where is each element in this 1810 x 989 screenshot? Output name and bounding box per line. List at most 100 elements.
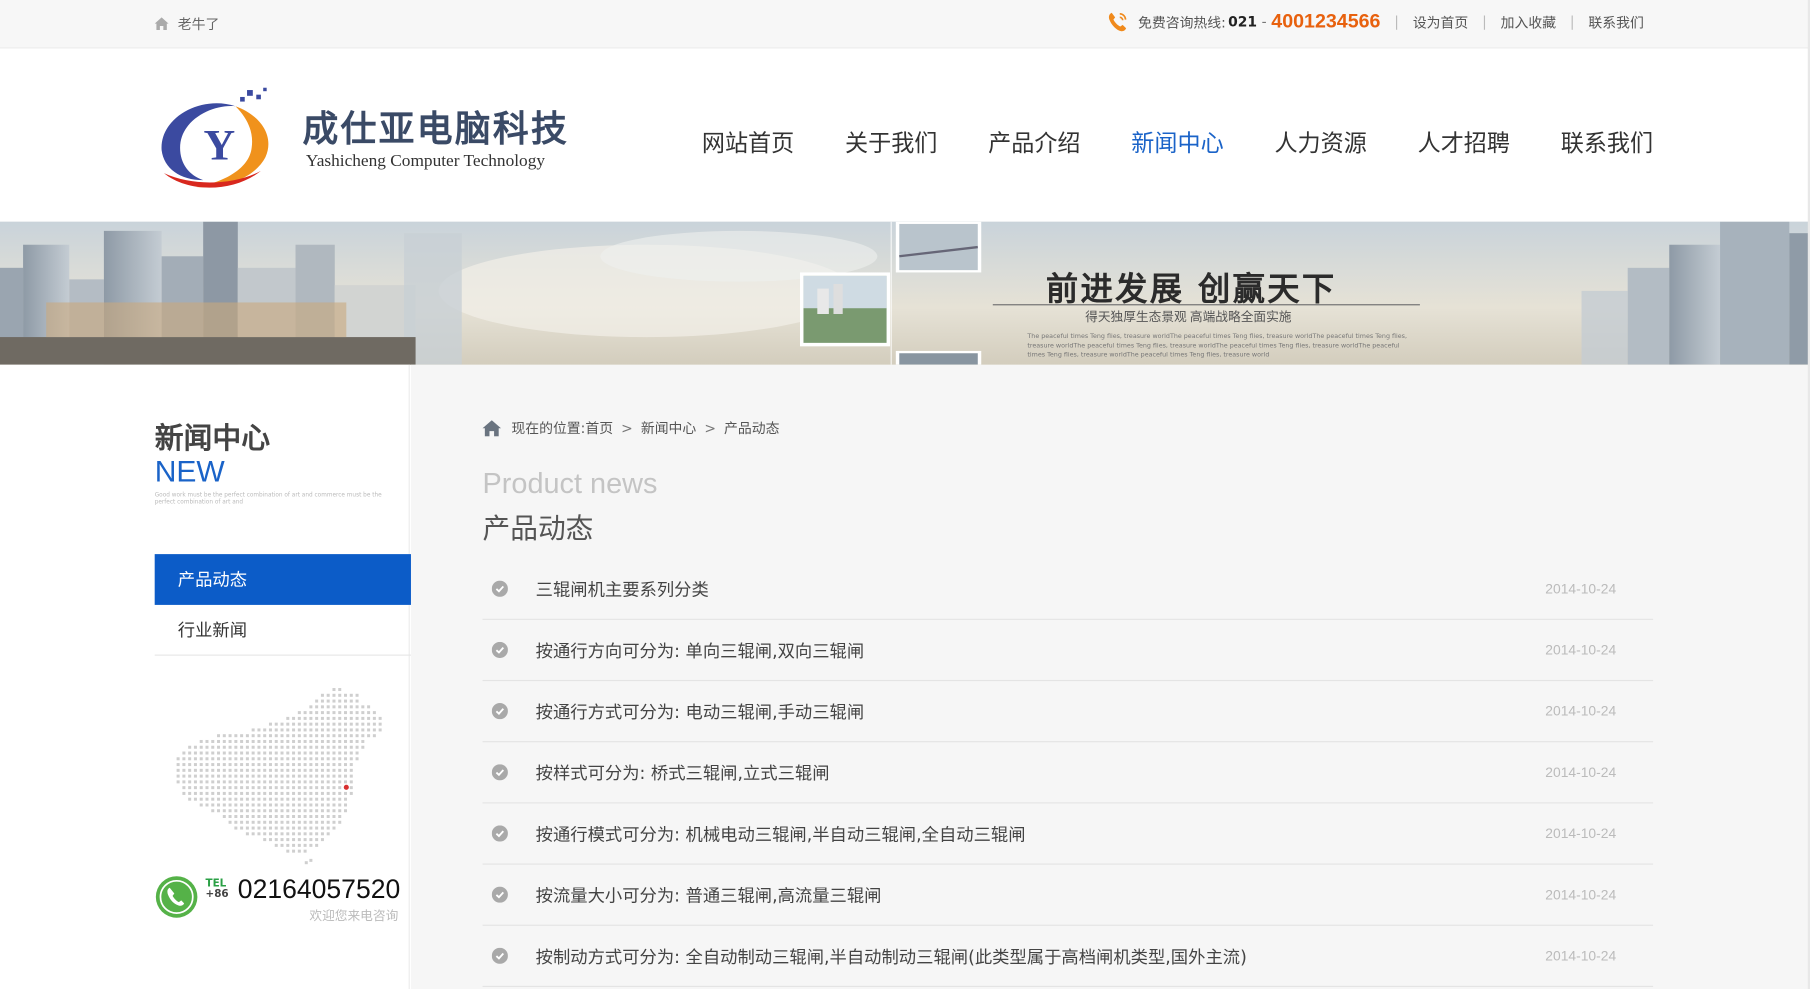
map-dot [361,734,365,738]
map-dot [268,728,272,732]
map-dot [188,763,192,767]
map-dot [257,797,261,801]
map-dot [228,797,232,801]
map-dot [349,763,353,767]
map-dot [176,763,180,767]
map-dot [263,832,267,836]
map-dot [320,768,324,772]
map-dot [274,838,278,842]
map-dot [326,774,330,778]
check-circle-icon [491,764,508,781]
news-row[interactable]: 按通行方向可分为: 单向三辊闸,双向三辊闸 2014-10-24 [482,620,1654,682]
map-dot [251,739,255,743]
map-dot [228,734,232,738]
map-dot [205,768,209,772]
map-dot [303,716,307,720]
map-dot [257,791,261,795]
map-dot [217,774,221,778]
map-dot [303,711,307,715]
map-dot [280,774,284,778]
map-dot [309,739,313,743]
nav-item-hr[interactable]: 人力资源 [1274,125,1366,158]
map-dot [251,786,255,790]
map-dot [338,780,342,784]
add-favorite-link[interactable]: 加入收藏 [1501,12,1556,32]
map-dot [344,705,348,709]
set-homepage-link[interactable]: 设为首页 [1413,12,1468,32]
map-dot [205,803,209,807]
map-dot [303,786,307,790]
breadcrumb-current[interactable]: 产品动态 [724,418,779,438]
map-dot [338,786,342,790]
home-icon [482,419,502,436]
map-dot [280,832,284,836]
map-dot [303,757,307,761]
telephone-block: TEL +86 02164057520 欢迎您来电咨询 [155,873,411,931]
news-title[interactable]: 按流量大小可分为: 普通三辊闸,高流量三辊闸 [536,883,882,907]
map-dot [326,826,330,830]
news-title[interactable]: 按制动方式可分为: 全自动制动三辊闸,半自动制动三辊闸(此类型属于高档闸机类型,… [536,944,1247,968]
map-dot [274,803,278,807]
nav-item-news[interactable]: 新闻中心 [1131,125,1223,158]
news-title[interactable]: 按样式可分为: 桥式三辊闸,立式三辊闸 [536,761,830,785]
map-dot [326,739,330,743]
nav-item-contact[interactable]: 联系我们 [1561,125,1653,158]
news-row[interactable]: 按制动方式可分为: 全自动制动三辊闸,半自动制动三辊闸(此类型属于高档闸机类型,… [482,926,1654,988]
map-dot [297,716,301,720]
map-dot [292,786,296,790]
top-home-label: 老牛了 [177,16,220,33]
map-dot [240,826,244,830]
news-row[interactable]: 三辊闸机主要系列分类 2014-10-24 [482,559,1654,620]
map-dot [344,791,348,795]
nav-item-products[interactable]: 产品介绍 [988,125,1080,158]
news-title[interactable]: 三辊闸机主要系列分类 [536,577,709,601]
news-title[interactable]: 按通行方向可分为: 单向三辊闸,双向三辊闸 [536,638,865,662]
map-dot [315,711,319,715]
map-dot [199,791,203,795]
map-dot [286,751,290,755]
news-row[interactable]: 按流量大小可分为: 普通三辊闸,高流量三辊闸 2014-10-24 [482,865,1654,926]
map-dot [361,728,365,732]
sidebar-item-industry-news[interactable]: 行业新闻 [154,605,423,656]
nav-item-about[interactable]: 关于我们 [845,125,937,158]
breadcrumb-home[interactable]: 首页 [585,418,613,438]
company-logo[interactable]: Y [155,83,282,194]
map-dot [280,722,284,726]
map-dot [274,757,278,761]
header: Y 成仕亚电脑科技 Yashicheng Computer Technology… [0,48,1810,222]
map-dot [361,716,365,720]
map-dot [320,711,324,715]
news-title[interactable]: 按通行模式可分为: 机械电动三辊闸,半自动三辊闸,全自动三辊闸 [536,822,1026,846]
breadcrumb-news[interactable]: 新闻中心 [641,418,696,438]
map-dot [251,757,255,761]
map-dot [326,716,330,720]
map-dot [217,803,221,807]
news-title[interactable]: 按通行方式可分为: 电动三辊闸,手动三辊闸 [536,700,865,724]
map-dot [292,809,296,813]
map-dot [297,745,301,749]
map-dot [228,757,232,761]
map-dot [251,832,255,836]
nav-item-home[interactable]: 网站首页 [702,125,794,158]
news-row[interactable]: 按样式可分为: 桥式三辊闸,立式三辊闸 2014-10-24 [482,742,1654,804]
contact-us-link[interactable]: 联系我们 [1588,12,1643,32]
map-dot [326,711,330,715]
news-row[interactable]: 按通行方式可分为: 电动三辊闸,手动三辊闸 2014-10-24 [482,681,1654,743]
map-dot [199,739,203,743]
map-dot [303,768,307,772]
map-dot [211,751,215,755]
top-home-link[interactable]: 老牛了 [154,14,220,34]
map-dot [228,739,232,743]
map-dot [315,791,319,795]
map-dot [228,774,232,778]
news-row[interactable]: 按通行模式可分为: 机械电动三辊闸,半自动三辊闸,全自动三辊闸 2014-10-… [482,803,1654,865]
map-dot [344,722,348,726]
nav-item-recruit[interactable]: 人才招聘 [1418,125,1510,158]
map-dot [199,745,203,749]
sidebar-item-product-news[interactable]: 产品动态 [154,554,423,605]
map-dot [338,711,342,715]
map-dot [367,716,371,720]
logo-letter: Y [203,121,235,169]
map-dot [344,774,348,778]
map-dot [286,797,290,801]
